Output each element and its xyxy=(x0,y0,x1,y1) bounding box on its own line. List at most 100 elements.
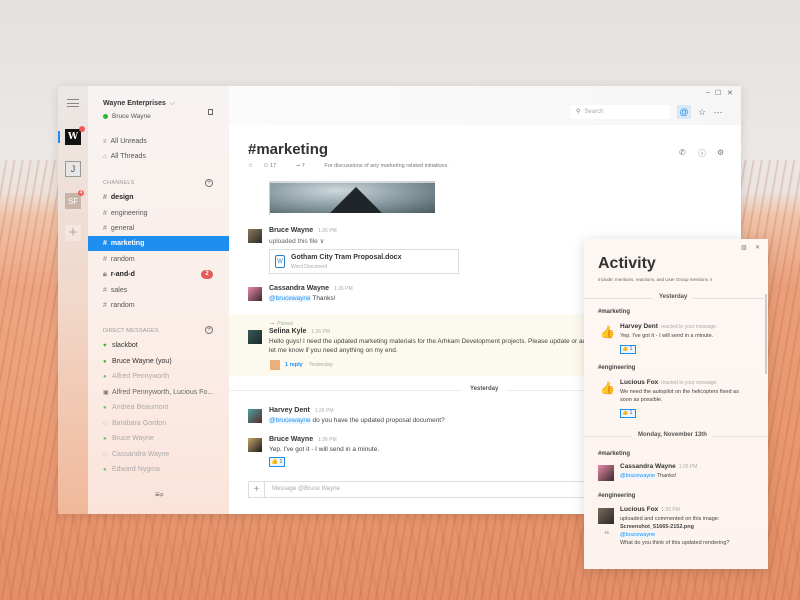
online-icon: ● xyxy=(103,436,107,442)
more-button[interactable]: ⋯ xyxy=(711,105,725,119)
info-icon[interactable]: ⓘ xyxy=(698,148,706,159)
dm-cassandra-wayne[interactable]: ◇ Cassandra Wayne xyxy=(88,447,229,462)
avatar[interactable] xyxy=(248,330,262,344)
reaction-badge[interactable]: 👍 1 xyxy=(620,409,636,418)
sidebar-channel-marketing[interactable]: # marketing xyxy=(88,236,229,251)
hash-icon: # xyxy=(103,225,107,232)
nav-all-threads[interactable]: ⌂ All Threads xyxy=(103,153,146,160)
unread-badge: 2 xyxy=(201,270,213,279)
dm-andrea-beaumont[interactable]: ● Andrea Beaumont xyxy=(88,400,229,415)
dm-alfred-pennyworth[interactable]: ● Alfred Pennyworth xyxy=(88,369,229,384)
file-card[interactable]: W Gotham City Tram Proposal.docx Word Do… xyxy=(269,249,459,274)
hash-icon: # xyxy=(103,210,107,217)
dm-slackbot[interactable]: ♥ slackbot xyxy=(88,338,229,353)
reaction-badge[interactable]: 👍 1 xyxy=(620,345,636,354)
workspace-switcher[interactable]: Wayne Enterprises ⌵ xyxy=(103,100,175,108)
star-icon[interactable]: ☆ xyxy=(248,163,253,169)
sidebar-channel-general[interactable]: # general xyxy=(88,221,229,236)
filter-icon[interactable]: ≡⌕ xyxy=(155,490,164,500)
add-channel-button[interactable]: + xyxy=(205,179,213,187)
activity-channel[interactable]: #marketing xyxy=(598,451,630,457)
team-wayne-enterprises[interactable]: W xyxy=(65,129,81,145)
dm-bruce-wayne-you[interactable]: ● Bruce Wayne (you) xyxy=(88,354,229,369)
nav-all-unreads[interactable]: ≡ All Unreads xyxy=(103,138,147,145)
sidebar-channel-random[interactable]: # random xyxy=(88,252,229,267)
day-divider-label: Yesterday xyxy=(462,386,507,392)
compose-icon[interactable] xyxy=(208,109,213,115)
channels-header[interactable]: CHANNELS xyxy=(103,180,135,186)
away-icon: ◇ xyxy=(103,421,108,427)
add-team-button[interactable]: + xyxy=(65,225,81,241)
sidebar-channel-sales[interactable]: # sales xyxy=(88,283,229,298)
activity-channel[interactable]: #engineering xyxy=(598,493,635,499)
team-justice-league[interactable]: J xyxy=(65,161,81,177)
online-icon: ● xyxy=(103,374,107,380)
pin-icon: ⊸ xyxy=(270,321,275,327)
message-author[interactable]: Bruce Wayne 1:26 PM xyxy=(269,436,337,443)
message-author[interactable]: Bruce Wayne 1:26 PM xyxy=(269,227,337,234)
team-badge: 4 xyxy=(78,190,84,196)
mention-link[interactable]: @brucewayne xyxy=(269,417,311,424)
dm-edward-nygma[interactable]: ● Edward Nygma xyxy=(88,462,229,477)
quote-icon: ❝ xyxy=(604,530,610,541)
mentions-button[interactable]: @ xyxy=(677,105,691,119)
message-author[interactable]: Harvey Dent 1:26 PM xyxy=(269,407,333,414)
day-label: Monday, November 13th xyxy=(632,432,713,438)
sidebar-channel-random-2[interactable]: # random xyxy=(88,298,229,313)
thread-replies[interactable]: 1 reply Yesterday xyxy=(285,362,333,368)
file-name: Gotham City Tram Proposal.docx xyxy=(291,254,402,261)
message-text: Hello guys! I need the updated marketing… xyxy=(269,338,590,345)
activity-channel[interactable]: #engineering xyxy=(598,365,635,371)
avatar[interactable] xyxy=(248,438,262,452)
mention-link[interactable]: @brucewayne xyxy=(269,295,311,302)
search-icon: ⚲ xyxy=(576,109,581,115)
settings-icon[interactable]: ⚙ xyxy=(717,148,724,157)
sidebar-channel-design[interactable]: # design xyxy=(88,190,229,205)
online-status-icon xyxy=(103,113,108,119)
dm-barabara-gordon[interactable]: ◇ Barabara Gordon xyxy=(88,416,229,431)
top-bar: – ☐ ✕ ⚲ Search @ ☆ ⋯ xyxy=(229,86,741,125)
attach-button[interactable]: + xyxy=(249,482,265,497)
message-author[interactable]: Cassandra Wayne 1:26 PM xyxy=(269,285,353,292)
channel-title: #marketing xyxy=(248,141,329,158)
close-icon[interactable]: ✕ xyxy=(755,244,760,251)
reaction-thumbs-up[interactable]: 👍 1 xyxy=(269,457,285,467)
search-input[interactable]: ⚲ Search xyxy=(570,105,670,119)
phone-icon[interactable]: ✆ xyxy=(679,148,686,157)
scrollbar[interactable] xyxy=(765,294,767,374)
expand-icon[interactable]: ▥ xyxy=(741,244,747,251)
message-author[interactable]: Selina Kyle 1:26 PM xyxy=(269,328,330,335)
unreads-icon: ≡ xyxy=(103,139,107,145)
add-dm-button[interactable]: + xyxy=(205,326,213,334)
current-user[interactable]: Bruce Wayne xyxy=(103,113,151,120)
sidebar-channel-r-and-d[interactable]: 🔒︎ r-and-d 2 xyxy=(88,267,229,282)
heart-icon: ♥ xyxy=(103,343,107,349)
pinned-count[interactable]: ⊸ 7 xyxy=(296,163,314,169)
dm-group[interactable]: ▣ Alfred Pennyworth, Lucious Fo... xyxy=(88,385,229,400)
maximize-button[interactable]: ☐ xyxy=(715,89,721,97)
menu-icon[interactable] xyxy=(67,99,79,107)
sidebar-channel-engineering[interactable]: # engineering xyxy=(88,206,229,221)
avatar[interactable] xyxy=(248,287,262,301)
member-count[interactable]: ⚇ 17 xyxy=(263,163,285,169)
reply-avatar xyxy=(270,360,280,370)
avatar[interactable] xyxy=(248,229,262,243)
image-attachment[interactable] xyxy=(270,181,435,213)
message-text: uploaded this file ∨ xyxy=(269,238,325,245)
direct-messages-header[interactable]: DIRECT MESSAGES xyxy=(103,328,159,334)
hash-icon: # xyxy=(103,256,107,263)
close-button[interactable]: ✕ xyxy=(727,89,733,97)
dm-bruce-wayne[interactable]: ● Bruce Wayne xyxy=(88,431,229,446)
activity-channel[interactable]: #marketing xyxy=(598,309,630,315)
activity-filter[interactable]: Include: mentions, reactions, and User G… xyxy=(598,277,713,283)
message-input[interactable]: Message @Bruce Wayne xyxy=(272,486,340,492)
file-type: Word Document xyxy=(291,264,328,270)
message-text-cont: let me know if you need anything on my e… xyxy=(269,347,398,354)
online-icon: ● xyxy=(103,359,107,365)
star-button[interactable]: ☆ xyxy=(695,105,709,119)
minimize-button[interactable]: – xyxy=(706,89,710,96)
active-team-indicator xyxy=(58,131,60,143)
avatar[interactable] xyxy=(248,409,262,423)
word-doc-icon: W xyxy=(275,255,285,268)
file-link[interactable]: Screenshot_51665-2152.png xyxy=(620,523,694,531)
